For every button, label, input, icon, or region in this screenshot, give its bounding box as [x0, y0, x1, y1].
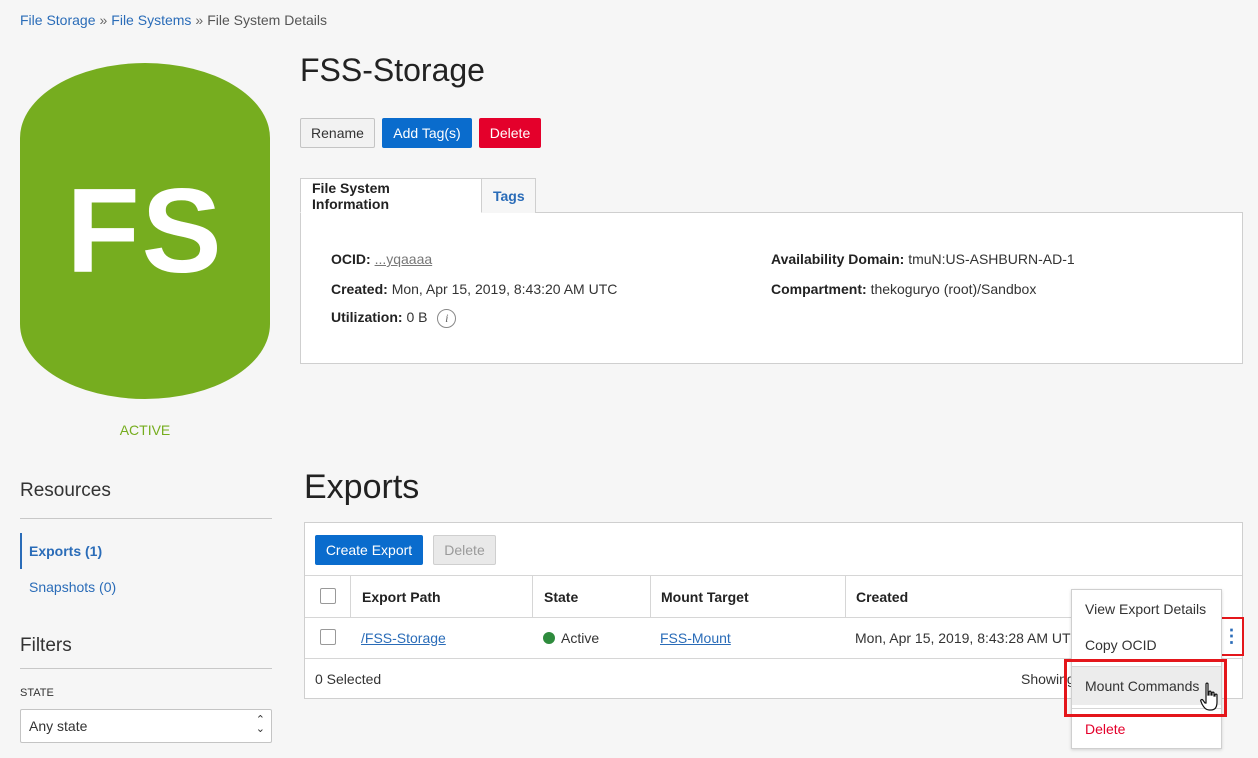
compartment-value: thekoguryo (root)/Sandbox [870, 281, 1037, 297]
breadcrumb-file-storage[interactable]: File Storage [20, 12, 95, 28]
ocid-label: OCID: [331, 251, 371, 267]
created-value: Mon, Apr 15, 2019, 8:43:20 AM UTC [391, 281, 618, 297]
info-icon[interactable]: i [437, 309, 457, 328]
column-header-state[interactable]: State [544, 576, 578, 617]
filters-heading: Filters [20, 635, 72, 656]
menu-item-copy-ocid[interactable]: Copy OCID [1072, 626, 1221, 664]
row-actions-kebab-icon[interactable]: ⋮ [1219, 617, 1244, 656]
table-divider [305, 575, 1242, 576]
row-actions-menu: View Export Details Copy OCID Mount Comm… [1071, 589, 1222, 749]
column-divider [650, 576, 651, 617]
column-divider [845, 576, 846, 617]
divider [20, 668, 272, 669]
ocid-row: OCID: ...yqaaaa [331, 251, 432, 267]
menu-item-delete[interactable]: Delete [1072, 710, 1221, 748]
breadcrumb-file-systems[interactable]: File Systems [111, 12, 191, 28]
menu-item-mount-commands[interactable]: Mount Commands [1072, 667, 1221, 705]
menu-divider [1072, 708, 1221, 709]
exports-title: Exports [304, 468, 420, 506]
create-export-button[interactable]: Create Export [315, 535, 423, 565]
column-divider [532, 576, 533, 617]
file-system-info-panel: OCID: ...yqaaaa Created: Mon, Apr 15, 20… [300, 212, 1243, 364]
breadcrumb: File Storage» File Systems» File System De… [20, 12, 327, 28]
mount-target-link[interactable]: FSS-Mount [660, 630, 731, 646]
utilization-label: Utilization: [331, 309, 403, 326]
created-label: Created: [331, 281, 388, 297]
rename-button[interactable]: Rename [300, 118, 375, 148]
availability-domain-value: tmuN:US-ASHBURN-AD-1 [908, 251, 1075, 267]
hand-cursor-icon [1200, 682, 1218, 711]
compartment-label: Compartment: [771, 281, 867, 297]
table-row-created: Mon, Apr 15, 2019, 8:43:28 AM UTC [855, 629, 1081, 646]
delete-button[interactable]: Delete [479, 118, 541, 148]
column-header-created[interactable]: Created [856, 576, 908, 617]
utilization-value: 0 B [406, 309, 428, 326]
breadcrumb-separator: » [195, 12, 204, 28]
tab-tags[interactable]: Tags [482, 178, 536, 213]
breadcrumb-separator: » [99, 12, 108, 28]
page-title: FSS-Storage [300, 52, 485, 88]
sidebar-item-exports[interactable]: Exports (1) [20, 533, 272, 569]
column-header-export-path[interactable]: Export Path [362, 576, 441, 617]
status-badge: ACTIVE [119, 422, 171, 438]
ocid-link[interactable]: ...yqaaaa [375, 251, 433, 267]
select-all-checkbox[interactable] [320, 588, 336, 604]
availability-domain-label: Availability Domain: [771, 251, 905, 267]
table-row-mount-target: FSS-Mount [660, 617, 731, 658]
file-system-icon-text: FS [66, 164, 224, 298]
menu-item-view-export-details[interactable]: View Export Details [1072, 590, 1221, 628]
utilization-row: Utilization: 0 B i [331, 309, 457, 328]
add-tags-button[interactable]: Add Tag(s) [382, 118, 472, 148]
selected-count: 0 Selected [315, 670, 382, 687]
table-row-export-path: /FSS-Storage [361, 617, 446, 658]
availability-domain-row: Availability Domain: tmuN:US-ASHBURN-AD-… [771, 251, 1075, 267]
state-select-value: Any state [29, 718, 88, 734]
divider [20, 518, 272, 519]
state-select[interactable]: Any state ⌃ ⌄ [20, 709, 272, 743]
export-path-link[interactable]: /FSS-Storage [361, 630, 446, 646]
delete-export-button: Delete [433, 535, 496, 565]
state-value: Active [561, 629, 600, 646]
state-filter-label: STATE [20, 687, 54, 699]
row-checkbox[interactable] [320, 629, 336, 645]
table-row-state: Active [543, 617, 599, 658]
chevron-updown-icon: ⌃ ⌄ [255, 714, 265, 735]
pagination-showing: Showing [1021, 670, 1075, 687]
tab-file-system-information[interactable]: File System Information [300, 178, 482, 213]
sidebar-item-snapshots[interactable]: Snapshots (0) [20, 569, 272, 605]
column-divider [350, 576, 351, 617]
column-header-mount-target[interactable]: Mount Target [661, 576, 749, 617]
status-dot-icon [543, 631, 555, 644]
created-row: Created: Mon, Apr 15, 2019, 8:43:20 AM U… [331, 281, 617, 297]
compartment-row: Compartment: thekoguryo (root)/Sandbox [771, 281, 1036, 297]
breadcrumb-current: File System Details [207, 12, 328, 28]
resources-heading: Resources [20, 480, 111, 501]
file-system-icon: FS [20, 63, 270, 399]
